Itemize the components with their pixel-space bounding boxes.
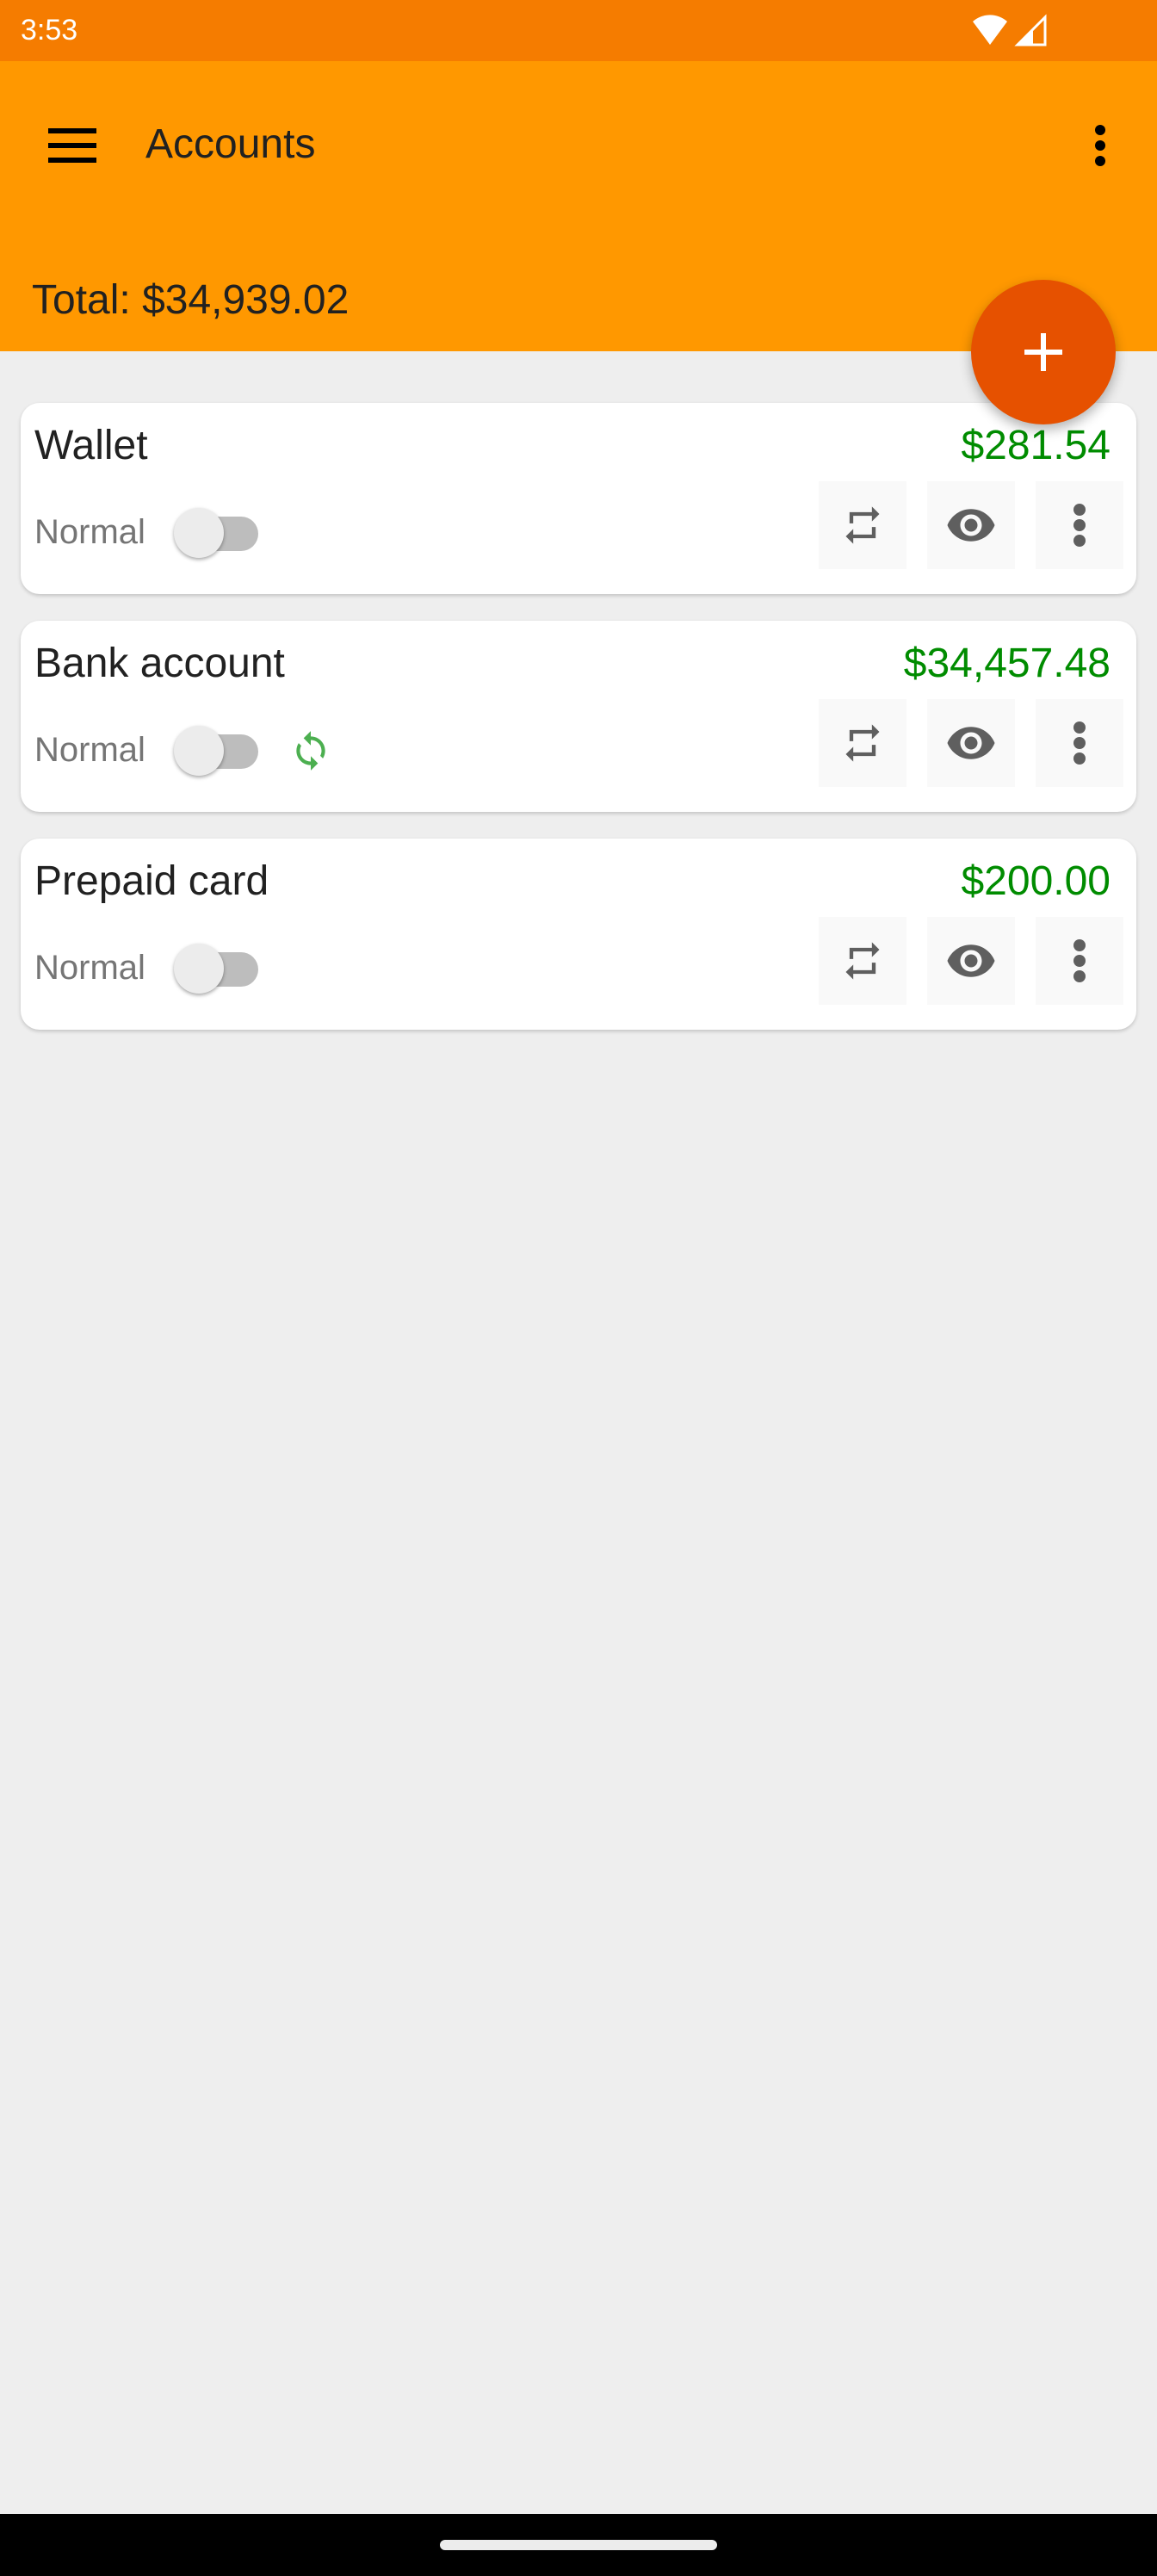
visibility-icon	[947, 509, 995, 542]
more-vert-icon	[1095, 125, 1105, 166]
account-name: Wallet	[34, 423, 148, 468]
page-title: Accounts	[145, 121, 316, 167]
transfer-icon	[845, 724, 880, 762]
account-name: Bank account	[34, 641, 285, 686]
home-gesture-handle[interactable]	[440, 2540, 717, 2550]
hamburger-menu-icon	[48, 128, 96, 163]
status-bar: 3:53	[0, 0, 1157, 61]
account-type-label: Normal	[34, 513, 145, 551]
transfer-button[interactable]	[819, 917, 906, 1005]
account-more-button[interactable]	[1036, 917, 1123, 1005]
account-actions	[819, 699, 1123, 787]
add-account-button[interactable]	[971, 280, 1116, 424]
visibility-icon	[947, 727, 995, 759]
account-balance: $34,457.48	[903, 641, 1111, 686]
account-actions	[819, 917, 1123, 1005]
account-toggle[interactable]	[174, 506, 260, 560]
more-vert-icon	[1073, 939, 1086, 982]
account-balance: $281.54	[961, 423, 1111, 468]
toggle-knob	[174, 726, 224, 776]
account-name: Prepaid card	[34, 858, 269, 904]
status-time: 3:53	[21, 14, 78, 46]
visibility-button[interactable]	[927, 699, 1015, 787]
total-balance: Total: $34,939.02	[32, 277, 350, 323]
transfer-icon	[845, 942, 880, 980]
account-more-button[interactable]	[1036, 481, 1123, 569]
account-toggle[interactable]	[174, 942, 260, 995]
account-card[interactable]: Bank account $34,457.48 Normal	[21, 621, 1136, 812]
visibility-icon	[947, 944, 995, 977]
app-bar: Accounts Total: $34,939.02	[0, 61, 1157, 351]
account-balance: $200.00	[961, 858, 1111, 904]
cellular-signal-icon	[1014, 14, 1047, 46]
toggle-knob	[174, 944, 224, 994]
more-vert-icon	[1073, 721, 1086, 765]
wifi-icon	[973, 15, 1007, 46]
account-type-label: Normal	[34, 731, 145, 769]
menu-button[interactable]	[31, 104, 114, 187]
add-icon	[1024, 333, 1062, 371]
account-card[interactable]: Wallet $281.54 Normal	[21, 403, 1136, 594]
visibility-button[interactable]	[927, 917, 1015, 1005]
transfer-icon	[845, 506, 880, 544]
status-icons	[971, 14, 1049, 46]
system-navigation-bar	[0, 2514, 1157, 2576]
account-type-label: Normal	[34, 949, 145, 987]
overflow-menu-button[interactable]	[1059, 104, 1142, 187]
more-vert-icon	[1073, 504, 1086, 547]
transfer-button[interactable]	[819, 481, 906, 569]
sync-icon	[296, 731, 325, 771]
toggle-knob	[174, 508, 224, 558]
account-more-button[interactable]	[1036, 699, 1123, 787]
transfer-button[interactable]	[819, 699, 906, 787]
account-card[interactable]: Prepaid card $200.00 Normal	[21, 839, 1136, 1030]
account-toggle[interactable]	[174, 724, 260, 777]
visibility-button[interactable]	[927, 481, 1015, 569]
account-actions	[819, 481, 1123, 569]
